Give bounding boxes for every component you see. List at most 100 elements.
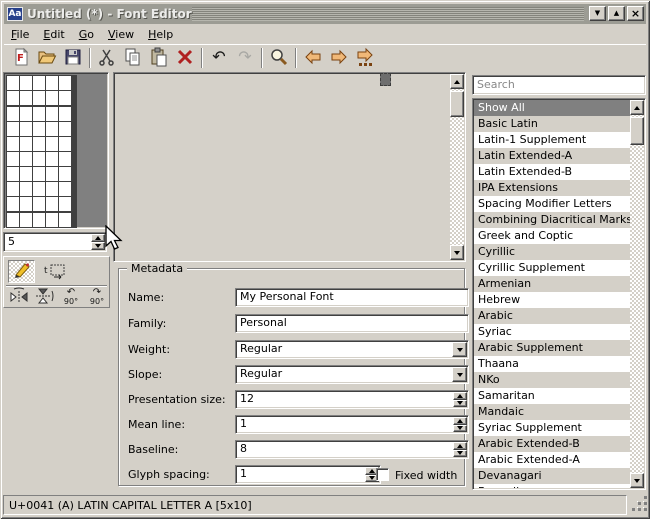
transform-tool-button[interactable]: t: [42, 261, 66, 283]
unicode-block-item[interactable]: Armenian: [474, 276, 630, 292]
glyph-pixel[interactable]: [7, 137, 20, 151]
resize-grip[interactable]: [632, 496, 648, 515]
canvas-scroll-up-button[interactable]: [450, 74, 464, 89]
name-input[interactable]: My Personal Font: [235, 288, 469, 307]
glyph-pixel[interactable]: [59, 122, 72, 136]
baseline-down-button[interactable]: [453, 450, 467, 458]
rotate-cw-button[interactable]: ↷90°: [86, 288, 108, 306]
glyph-pixel[interactable]: [20, 213, 33, 227]
open-button[interactable]: [34, 46, 60, 70]
unicode-block-item[interactable]: Arabic Supplement: [474, 340, 630, 356]
baseline-up-button[interactable]: [453, 442, 467, 450]
glyph-pixel[interactable]: [7, 167, 20, 181]
glyph-pixel[interactable]: [7, 107, 20, 121]
glyph-pixel[interactable]: [46, 107, 59, 121]
close-button[interactable]: ×: [627, 6, 644, 21]
glyph-pixel[interactable]: [59, 107, 72, 121]
glyph-pixel[interactable]: [20, 197, 33, 211]
glyph-pixel[interactable]: [33, 197, 46, 211]
unicode-block-item[interactable]: Devanagari: [474, 468, 630, 484]
paste-button[interactable]: [146, 46, 172, 70]
unicode-block-item[interactable]: Greek and Coptic: [474, 228, 630, 244]
unicode-block-item[interactable]: Show All: [474, 100, 630, 116]
menu-item-file[interactable]: File: [4, 26, 36, 43]
menu-item-view[interactable]: View: [101, 26, 141, 43]
unicode-block-item[interactable]: IPA Extensions: [474, 180, 630, 196]
unicode-block-item[interactable]: Thaana: [474, 356, 630, 372]
baseline-spin[interactable]: 8: [235, 440, 469, 459]
list-vertical-scrollbar[interactable]: [630, 100, 644, 488]
zoom-button[interactable]: [266, 46, 292, 70]
glyph-width-up-button[interactable]: [91, 234, 105, 242]
glyph-pixel[interactable]: [33, 122, 46, 136]
glyph-pixel-grid[interactable]: [6, 75, 77, 228]
glyph-pixel[interactable]: [33, 213, 46, 227]
glyph-preview-canvas[interactable]: [113, 72, 466, 262]
menu-item-help[interactable]: Help: [141, 26, 180, 43]
glyph-spacing-spin[interactable]: 1: [235, 465, 381, 484]
unicode-block-item[interactable]: Arabic Extended-B: [474, 436, 630, 452]
list-scroll-up-button[interactable]: [630, 100, 644, 115]
canvas-scroll-thumb[interactable]: [450, 91, 464, 117]
glyph-pixel[interactable]: [20, 152, 33, 166]
glyph-pixel[interactable]: [33, 76, 46, 90]
glyph-pixel[interactable]: [46, 197, 59, 211]
unicode-block-item[interactable]: Syriac Supplement: [474, 420, 630, 436]
glyph-pixel[interactable]: [33, 152, 46, 166]
glyph-pixel[interactable]: [20, 122, 33, 136]
glyph-pixel[interactable]: [59, 213, 72, 227]
weight-combo[interactable]: Regular: [235, 340, 469, 359]
weight-dropdown-button[interactable]: [452, 342, 467, 357]
unicode-block-item[interactable]: Latin Extended-B: [474, 164, 630, 180]
slope-dropdown-button[interactable]: [452, 367, 467, 382]
slope-combo[interactable]: Regular: [235, 365, 469, 384]
unicode-block-item[interactable]: Arabic Extended-A: [474, 452, 630, 468]
glyph-pixel[interactable]: [20, 76, 33, 90]
glyph-pixel[interactable]: [20, 167, 33, 181]
glyph-pixel[interactable]: [46, 122, 59, 136]
new-button[interactable]: F: [8, 46, 34, 70]
unicode-block-item[interactable]: Cyrillic: [474, 244, 630, 260]
glyph-pixel[interactable]: [33, 107, 46, 121]
undo-button[interactable]: ↶: [206, 46, 232, 70]
redo-button[interactable]: ↷: [232, 46, 258, 70]
glyph-pixel[interactable]: [20, 107, 33, 121]
glyph-pixel[interactable]: [46, 167, 59, 181]
glyph-pixel[interactable]: [20, 182, 33, 196]
glyph-pixel[interactable]: [7, 182, 20, 196]
search-input[interactable]: Search: [472, 75, 646, 95]
glyph-pixel[interactable]: [7, 197, 20, 211]
list-scroll-down-button[interactable]: [630, 473, 644, 488]
glyph-pixel[interactable]: [59, 76, 72, 90]
glyph-width-down-button[interactable]: [91, 242, 105, 250]
glyph-pixel[interactable]: [7, 76, 20, 90]
glyph-pixel[interactable]: [46, 213, 59, 227]
glyph-pixel[interactable]: [7, 213, 20, 227]
glyph-pixel[interactable]: [33, 167, 46, 181]
glyph-pixel[interactable]: [7, 122, 20, 136]
glyph-pixel[interactable]: [20, 137, 33, 151]
glyph-pixel[interactable]: [46, 152, 59, 166]
unicode-block-item[interactable]: Hebrew: [474, 292, 630, 308]
glyph-pixel[interactable]: [59, 152, 72, 166]
goto-glyph-button[interactable]: [352, 46, 378, 70]
family-input[interactable]: Personal: [235, 314, 469, 333]
canvas-scroll-down-button[interactable]: [450, 245, 464, 260]
rotate-ccw-button[interactable]: ↶90°: [60, 288, 82, 306]
save-button[interactable]: [60, 46, 86, 70]
presentation-size-up-button[interactable]: [453, 392, 467, 400]
back-button[interactable]: [300, 46, 326, 70]
menu-item-go[interactable]: Go: [72, 26, 101, 43]
copy-button[interactable]: [120, 46, 146, 70]
unicode-block-item[interactable]: Syriac: [474, 324, 630, 340]
glyph-pixel[interactable]: [33, 182, 46, 196]
unicode-block-item[interactable]: Latin-1 Supplement: [474, 132, 630, 148]
flip-horizontal-button[interactable]: [8, 288, 30, 306]
glyph-pixel[interactable]: [46, 137, 59, 151]
presentation-size-down-button[interactable]: [453, 400, 467, 408]
glyph-pixel[interactable]: [46, 76, 59, 90]
glyph-pixel[interactable]: [59, 91, 72, 105]
glyph-pixel[interactable]: [33, 91, 46, 105]
unicode-block-item[interactable]: Samaritan: [474, 388, 630, 404]
unicode-block-item[interactable]: Mandaic: [474, 404, 630, 420]
